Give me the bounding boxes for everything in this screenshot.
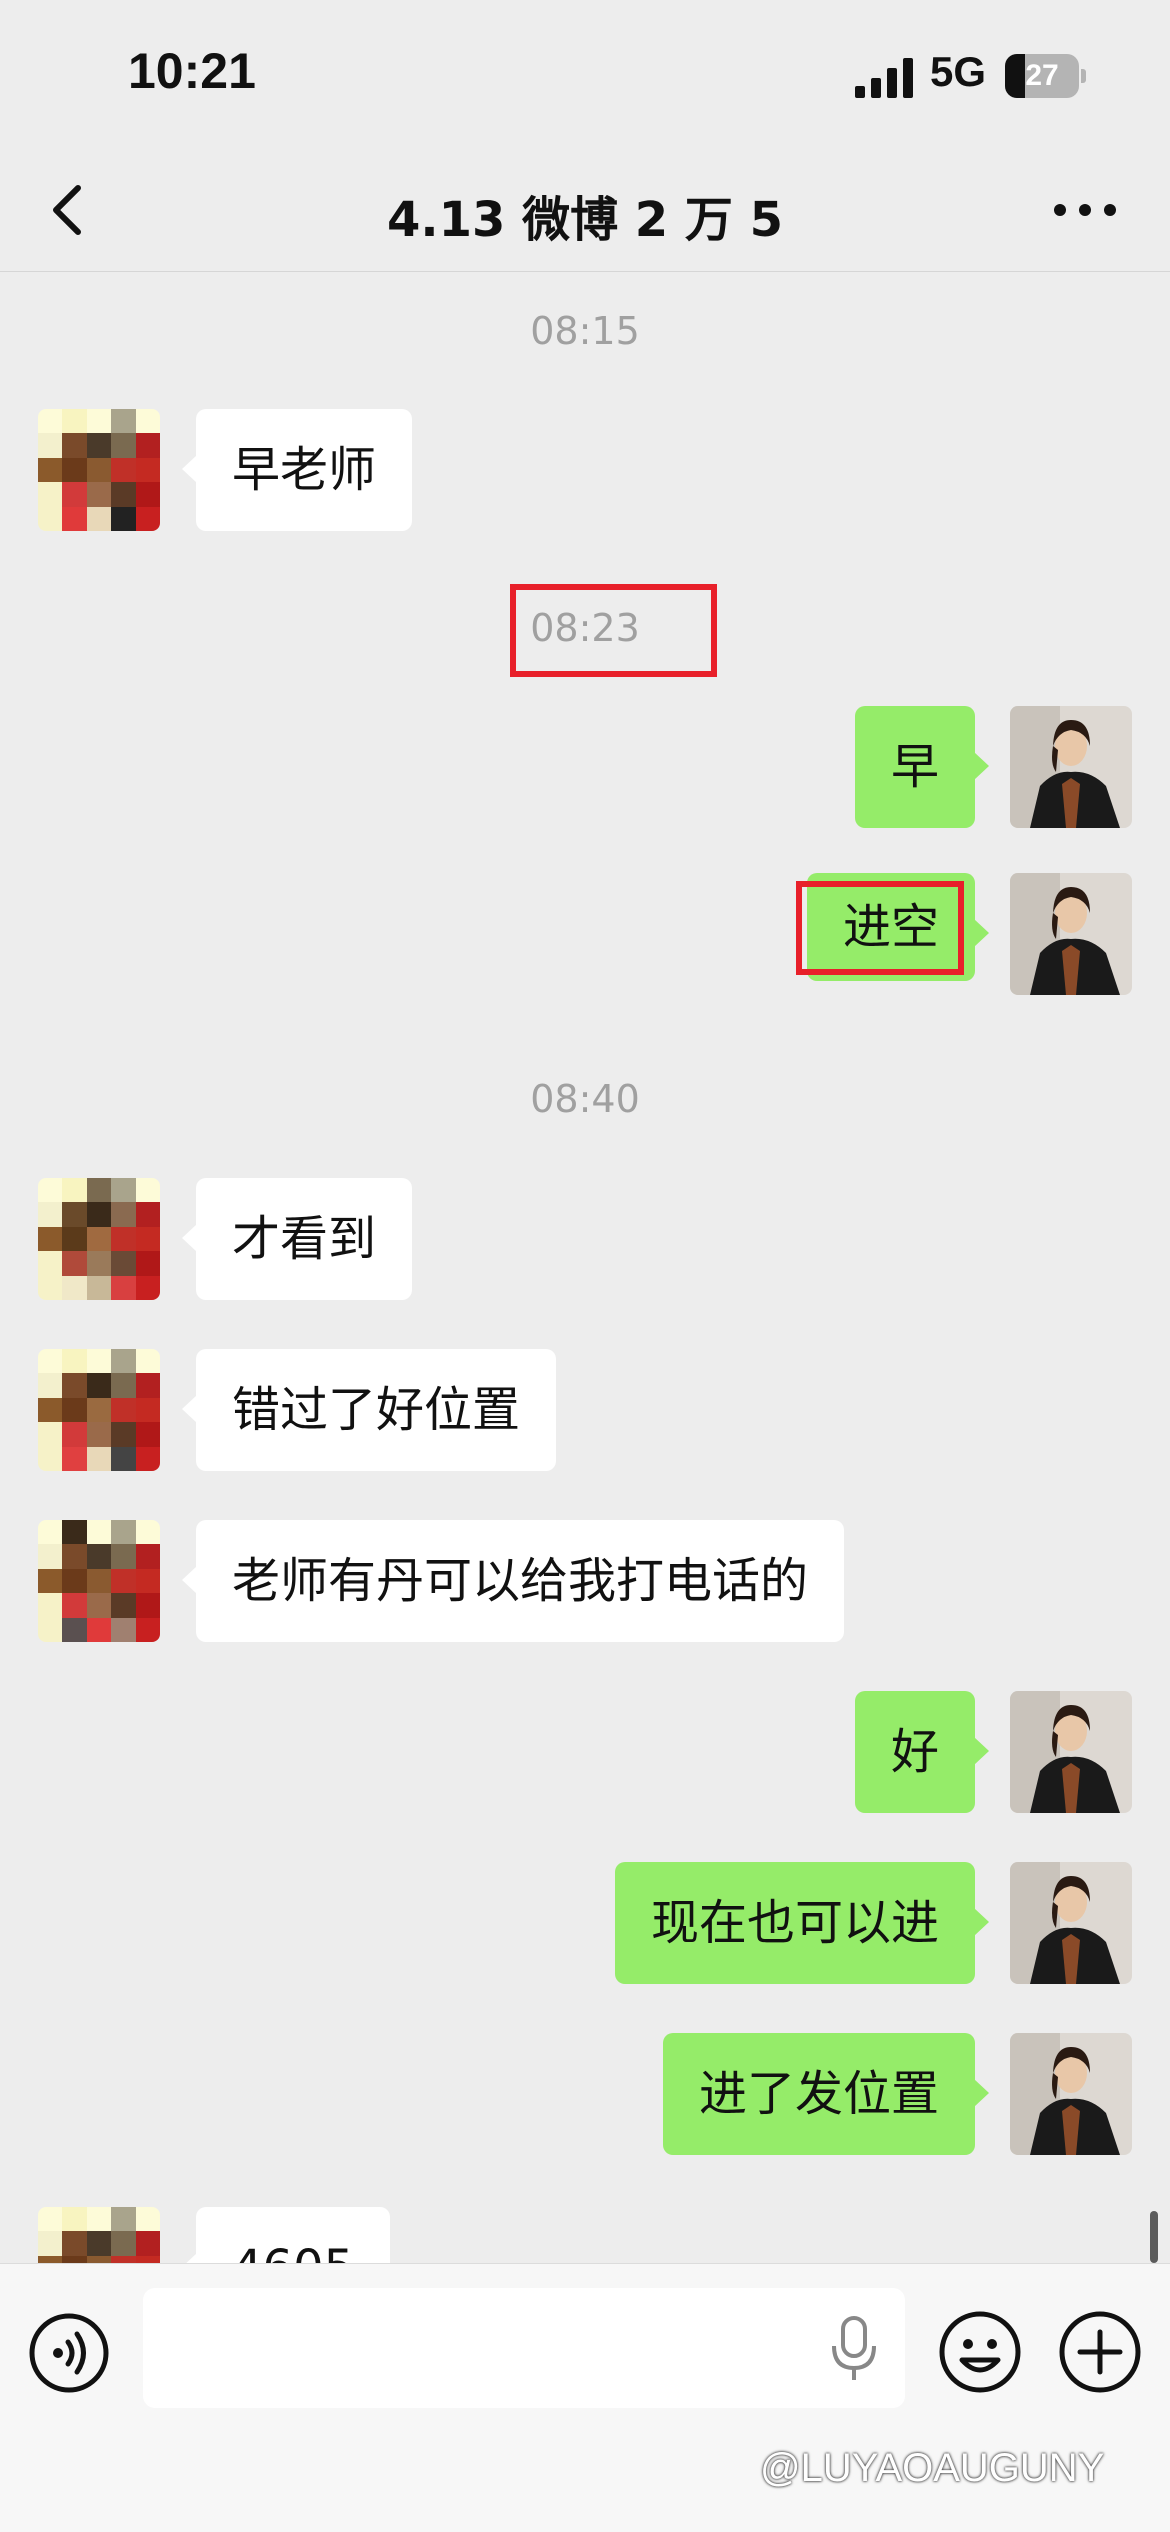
pixelated-avatar-image xyxy=(38,1349,160,1471)
chat-header: 4.13 微博 2 万 5 xyxy=(0,150,1170,272)
my-avatar[interactable] xyxy=(1010,873,1132,995)
incoming-message[interactable]: 才看到 xyxy=(181,1178,413,1300)
contact-avatar[interactable] xyxy=(38,2207,160,2263)
message-input[interactable] xyxy=(143,2288,905,2408)
profile-photo xyxy=(1010,1691,1132,1813)
signal-icon xyxy=(855,58,913,98)
incoming-message[interactable]: 老师有丹可以给我打电话的 xyxy=(181,1520,845,1642)
my-avatar[interactable] xyxy=(1010,706,1132,828)
contact-avatar[interactable] xyxy=(38,409,160,531)
contact-avatar[interactable] xyxy=(38,1520,160,1642)
outgoing-message[interactable]: 现在也可以进 xyxy=(614,1862,990,1984)
contact-avatar[interactable] xyxy=(38,1349,160,1471)
plus-icon[interactable] xyxy=(1058,2310,1142,2394)
input-bar xyxy=(0,2263,1170,2532)
profile-photo xyxy=(1010,1862,1132,1984)
emoji-icon[interactable] xyxy=(938,2310,1022,2394)
chat-area[interactable]: 08:15 早老师 08:23 早 进空 08:40 才看到 错过了好位置 老师… xyxy=(0,273,1170,2263)
contact-avatar[interactable] xyxy=(38,1178,160,1300)
timestamp-highlight-box xyxy=(510,584,717,677)
chat-title: 4.13 微博 2 万 5 xyxy=(386,192,784,248)
voice-toggle-icon[interactable] xyxy=(28,2312,110,2394)
status-bar: 10:21 5G 27 xyxy=(0,0,1170,150)
watermark: @LUYAOAUGUNY xyxy=(760,2446,1105,2490)
battery-level: 27 xyxy=(1025,59,1059,92)
profile-photo xyxy=(1010,2033,1132,2155)
my-avatar[interactable] xyxy=(1010,1862,1132,1984)
scrollbar-thumb[interactable] xyxy=(1150,2211,1158,2263)
battery-icon: 27 xyxy=(1005,54,1086,98)
profile-photo xyxy=(1010,873,1132,995)
status-time: 10:21 xyxy=(128,43,256,99)
message-highlight-box xyxy=(796,881,964,975)
my-avatar[interactable] xyxy=(1010,2033,1132,2155)
pixelated-avatar-image xyxy=(38,2207,160,2263)
outgoing-message[interactable]: 早 xyxy=(854,706,990,828)
incoming-message[interactable]: 早老师 xyxy=(181,409,413,531)
pixelated-avatar-image xyxy=(38,409,160,531)
timestamp: 08:15 xyxy=(530,309,640,353)
network-type: 5G xyxy=(930,48,987,95)
outgoing-message[interactable]: 进了发位置 xyxy=(662,2033,990,2155)
incoming-message[interactable]: 4605 xyxy=(181,2207,391,2263)
incoming-message[interactable]: 错过了好位置 xyxy=(181,1349,557,1471)
timestamp: 08:40 xyxy=(530,1077,640,1121)
outgoing-message[interactable]: 好 xyxy=(854,1691,990,1813)
pixelated-avatar-image xyxy=(38,1178,160,1300)
profile-photo xyxy=(1010,706,1132,828)
my-avatar[interactable] xyxy=(1010,1691,1132,1813)
more-options-icon[interactable] xyxy=(1050,190,1120,230)
microphone-icon[interactable] xyxy=(826,2314,882,2384)
pixelated-avatar-image xyxy=(38,1520,160,1642)
